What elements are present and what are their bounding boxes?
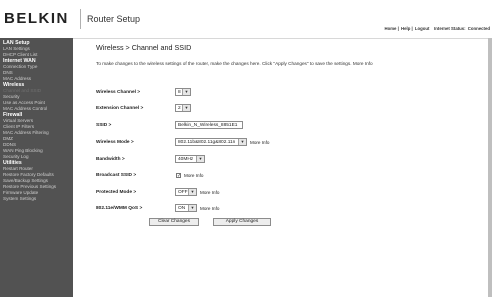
chevron-down-icon: ▼	[182, 105, 190, 111]
sidebar-item-system-settings[interactable]: System Settings	[3, 196, 36, 202]
ssid-input[interactable]: Belkin_N_Wireless_8851E1	[175, 121, 243, 129]
app-title: Router Setup	[87, 14, 141, 24]
protected-mode-label: Protected Mode >	[96, 190, 137, 195]
protected-mode-value: OFF	[178, 190, 188, 195]
extension-channel-value: 2	[178, 106, 181, 111]
wireless-mode-value: 802.11b&802.11g&802.11n	[178, 140, 236, 145]
page-title: Wireless > Channel and SSID	[96, 43, 192, 52]
broadcast-ssid-label: Broadcast SSID >	[96, 173, 137, 178]
header-divider	[80, 9, 81, 29]
wireless-mode-more-info-link[interactable]: More Info	[250, 140, 269, 145]
logout-link[interactable]: Logout	[415, 26, 430, 31]
sidebar-nav: LAN Setup LAN Settings DHCP Client List …	[0, 38, 73, 297]
help-link[interactable]: Help	[401, 26, 410, 31]
chevron-down-icon: ▼	[182, 89, 190, 95]
wmm-qos-more-info-link[interactable]: More Info	[200, 206, 219, 211]
intro-text: To make changes to the wireless settings…	[96, 61, 373, 66]
bandwidth-select[interactable]: 40MHz ▼	[175, 155, 205, 163]
wmm-qos-label: 802.11e/WMM QoS >	[96, 206, 143, 211]
protected-mode-more-info-link[interactable]: More Info	[200, 190, 219, 195]
ssid-label: SSID >	[96, 123, 112, 128]
chevron-down-icon: ▼	[188, 189, 196, 195]
chevron-down-icon: ▼	[196, 156, 204, 162]
chevron-down-icon: ▼	[188, 205, 196, 211]
broadcast-ssid-checkbox[interactable]: ✓	[176, 173, 181, 179]
belkin-logo: BELKIN	[4, 10, 69, 27]
wireless-channel-value: 8	[178, 90, 181, 95]
apply-changes-button[interactable]: Apply Changes	[213, 218, 271, 226]
wireless-mode-select[interactable]: 802.11b&802.11g&802.11n ▼	[175, 138, 247, 146]
protected-mode-select[interactable]: OFF ▼	[175, 188, 197, 196]
main-content: Wireless > Channel and SSID To make chan…	[73, 38, 488, 297]
header: BELKIN Router Setup Home | Help | Logout…	[0, 0, 492, 39]
wireless-channel-select[interactable]: 8 ▼	[175, 88, 191, 96]
internet-status-label: Internet Status:	[434, 26, 466, 31]
right-scroll-strip	[488, 38, 492, 297]
bandwidth-value: 40MHz	[178, 157, 194, 162]
chevron-down-icon: ▼	[238, 139, 246, 145]
wmm-qos-select[interactable]: ON ▼	[175, 204, 197, 212]
clear-changes-button[interactable]: Clear Changes	[149, 218, 199, 226]
internet-status-value: Connected	[467, 26, 490, 31]
broadcast-ssid-more-info-link[interactable]: More Info	[184, 173, 203, 178]
bandwidth-label: Bandwidth >	[96, 157, 125, 162]
wireless-mode-label: Wireless Mode >	[96, 140, 134, 145]
home-link[interactable]: Home	[384, 26, 396, 31]
wmm-qos-value: ON	[178, 206, 186, 211]
extension-channel-label: Extension Channel >	[96, 106, 144, 111]
top-links: Home | Help | Logout Internet Status: Co…	[384, 26, 490, 31]
extension-channel-select[interactable]: 2 ▼	[175, 104, 191, 112]
wireless-channel-label: Wireless Channel >	[96, 90, 141, 95]
